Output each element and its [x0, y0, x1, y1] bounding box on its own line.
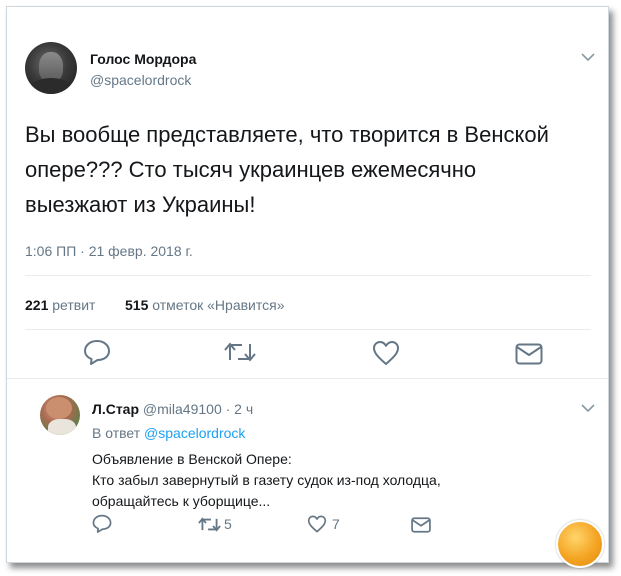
reply-text: Объявление в Венской Опере: Кто забыл за…	[92, 449, 532, 512]
retweet-icon	[224, 342, 256, 362]
author-avatar[interactable]	[25, 42, 77, 94]
reply-author-handle[interactable]: @mila49100	[143, 401, 222, 417]
tweet-text-line: опере??? Сто тысяч украинцев ежемесячно	[25, 157, 477, 182]
retweet-stat[interactable]: 221 ретвит	[25, 297, 95, 313]
like-button[interactable]	[372, 340, 400, 366]
retweet-label: ретвит	[52, 297, 96, 313]
tweet-text-line: выезжают из Украины!	[25, 192, 256, 217]
reply-to-handle[interactable]: @spacelordrock	[144, 425, 245, 441]
retweet-count: 221	[25, 297, 49, 313]
reply-to-prefix: В ответ	[92, 425, 141, 441]
reply-retweet-count: 5	[224, 516, 232, 532]
tweet-card: Голос Мордора @spacelordrock Вы вообще п…	[6, 6, 609, 563]
tweet-timestamp[interactable]: 1:06 ПП · 21 февр. 2018 г.	[25, 243, 193, 259]
reply-author-avatar[interactable]	[40, 395, 80, 435]
reply-like-button[interactable]	[307, 515, 327, 533]
retweet-button[interactable]	[224, 340, 256, 364]
reply-message-button[interactable]	[411, 517, 431, 533]
divider	[7, 378, 608, 379]
tweet-text: Вы вообще представляете, что творится в …	[25, 117, 595, 222]
author-handle[interactable]: @spacelordrock	[90, 72, 191, 88]
reply-author-name[interactable]: Л.Стар	[92, 401, 139, 417]
chevron-down-icon[interactable]	[581, 403, 595, 413]
divider	[25, 329, 591, 330]
author-name[interactable]: Голос Мордора	[90, 51, 196, 67]
watermark-logo	[556, 520, 604, 568]
reply-text-line: Объявление в Венской Опере:	[92, 451, 292, 467]
reply-text-line: обращайтесь к уборщице...	[92, 493, 271, 509]
like-icon	[307, 515, 327, 533]
reply-button[interactable]	[83, 339, 111, 365]
tweet-text-line: Вы вообще представляете, что творится в …	[25, 122, 549, 147]
reply-icon	[92, 514, 112, 533]
reply-retweet-button[interactable]	[198, 516, 221, 533]
retweet-icon	[198, 517, 221, 532]
like-label: отметок «Нравится»	[152, 297, 285, 313]
message-icon	[411, 517, 431, 533]
reply-time[interactable]: · 2 ч	[226, 401, 254, 417]
like-stat[interactable]: 515 отметок «Нравится»	[125, 297, 285, 313]
chevron-down-icon[interactable]	[581, 52, 595, 62]
reply-reply-button[interactable]	[92, 514, 112, 533]
reply-text-line: Кто забыл завернутый в газету судок из-п…	[92, 472, 441, 488]
divider	[25, 275, 591, 276]
message-icon	[515, 343, 543, 365]
reply-like-count: 7	[332, 516, 340, 532]
reply-header: Л.Стар @mila49100 · 2 ч	[92, 401, 253, 417]
like-count: 515	[125, 297, 149, 313]
reply-to: В ответ @spacelordrock	[92, 425, 245, 441]
reply-icon	[84, 340, 110, 365]
message-button[interactable]	[515, 343, 543, 365]
like-icon	[373, 341, 399, 365]
